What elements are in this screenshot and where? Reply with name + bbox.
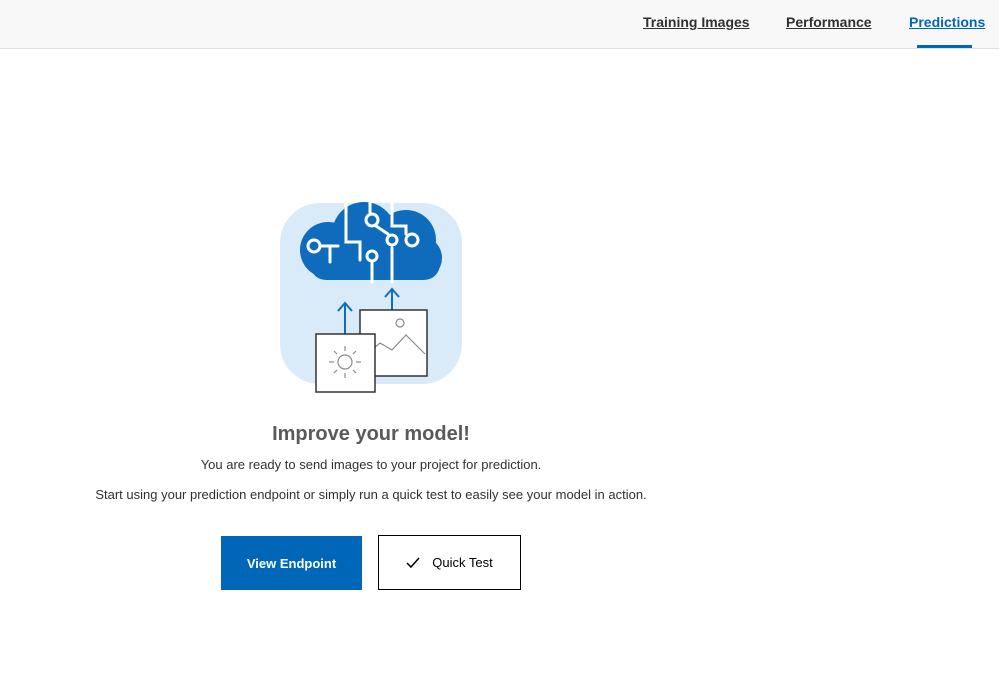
- quick-test-button[interactable]: Quick Test: [378, 535, 521, 590]
- brain-cloud-images-illustration: [280, 198, 462, 394]
- checkmark-icon: [406, 557, 420, 568]
- view-endpoint-button[interactable]: View Endpoint: [221, 536, 362, 590]
- empty-state-heading: Improve your model!: [272, 423, 470, 445]
- empty-state-description-line2: Start using your prediction endpoint or …: [95, 487, 647, 502]
- tab-training-images[interactable]: Training Images: [643, 14, 750, 30]
- empty-state-description-line1: You are ready to send images to your pro…: [200, 457, 542, 472]
- tab-performance[interactable]: Performance: [786, 14, 872, 30]
- top-navigation-bar: Training Images Performance Predictions: [0, 0, 999, 49]
- active-tab-indicator: [917, 45, 972, 48]
- tab-predictions[interactable]: Predictions: [909, 14, 985, 30]
- quick-test-label: Quick Test: [432, 555, 493, 570]
